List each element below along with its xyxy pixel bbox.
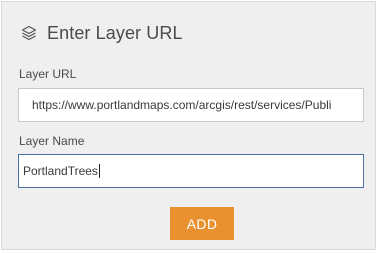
layer-url-label: Layer URL (19, 67, 77, 81)
layer-name-label: Layer Name (19, 134, 85, 148)
layer-name-value: PortlandTrees (23, 164, 98, 178)
panel-header: Enter Layer URL (20, 21, 183, 45)
layers-icon (20, 24, 38, 42)
add-button[interactable]: ADD (170, 207, 234, 240)
text-caret (98, 163, 100, 178)
layer-url-value: https://www.portlandmaps.com/arcgis/rest… (32, 98, 332, 112)
panel-title: Enter Layer URL (47, 22, 183, 43)
enter-layer-url-panel: Enter Layer URL Layer URL https://www.po… (1, 1, 376, 250)
layer-name-input[interactable]: PortlandTrees (18, 154, 364, 188)
layer-url-input[interactable]: https://www.portlandmaps.com/arcgis/rest… (18, 88, 364, 122)
